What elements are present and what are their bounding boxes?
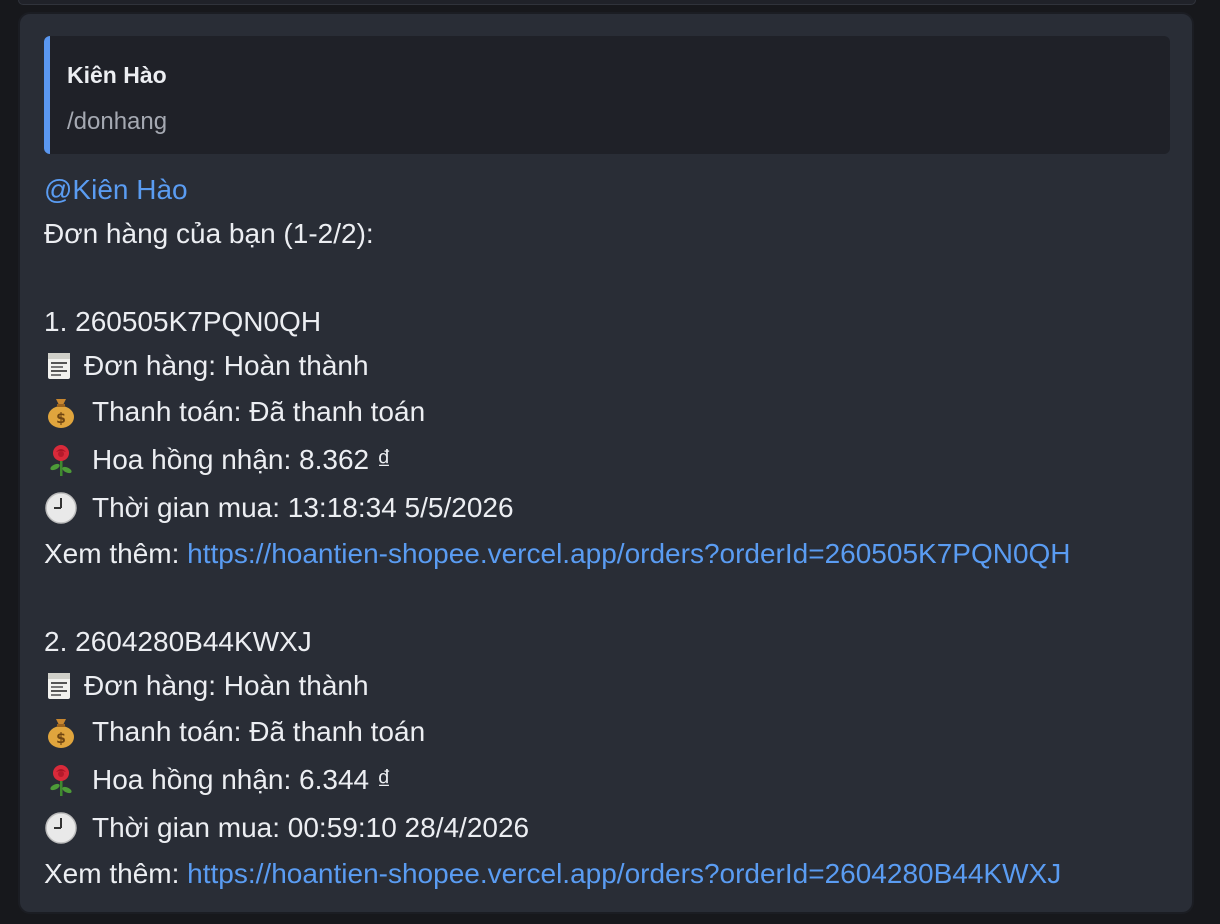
order-time: Thời gian mua: 00:59:10 28/4/2026 (92, 812, 530, 843)
receipt-icon (46, 351, 72, 381)
message-body: @Kiên Hào Đơn hàng của bạn (1-2/2): 1. 2… (44, 168, 1184, 896)
rose-icon (44, 443, 78, 477)
order-commission: Hoa hồng nhận: 6.344 ₫ (92, 764, 392, 795)
order-commission: Hoa hồng nhận: 8.362 ₫ (92, 444, 392, 475)
message-bubble: Kiên Hào /donhang @Kiên Hào Đơn hàng của… (18, 12, 1194, 914)
order-status: Đơn hàng: Hoàn thành (84, 350, 369, 381)
clock-icon (44, 811, 78, 845)
money-bag-icon: $ (44, 395, 78, 429)
svg-text:$: $ (56, 411, 66, 427)
receipt-icon (46, 671, 72, 701)
reply-quote-text: /donhang (67, 108, 168, 135)
order-link[interactable]: https://hoantien-shopee.vercel.app/order… (187, 852, 1061, 896)
reply-quote[interactable]: Kiên Hào /donhang (44, 36, 1170, 154)
order-payment: Thanh toán: Đã thanh toán (92, 716, 426, 747)
svg-text:$: $ (56, 731, 66, 747)
reply-quote-author: Kiên Hào (67, 62, 167, 88)
order-item: 1. 260505K7PQN0QH (44, 300, 1184, 344)
order-payment: Thanh toán: Đã thanh toán (92, 396, 426, 427)
order-item: 2. 2604280B44KWXJ (44, 620, 1184, 664)
order-status: Đơn hàng: Hoàn thành (84, 670, 369, 701)
previous-message-edge (18, 0, 1196, 5)
rose-icon (44, 763, 78, 797)
order-time: Thời gian mua: 13:18:34 5/5/2026 (92, 492, 514, 523)
order-title: 1. 260505K7PQN0QH (44, 306, 322, 337)
money-bag-icon: $ (44, 715, 78, 749)
order-link[interactable]: https://hoantien-shopee.vercel.app/order… (187, 532, 1070, 576)
order-title: 2. 2604280B44KWXJ (44, 626, 312, 657)
orders-header: Đơn hàng của bạn (1-2/2): (44, 218, 374, 249)
view-more-label: Xem thêm: (44, 538, 188, 569)
clock-icon (44, 491, 78, 525)
view-more-label: Xem thêm: (44, 858, 188, 889)
user-mention[interactable]: @Kiên Hào (44, 168, 188, 212)
